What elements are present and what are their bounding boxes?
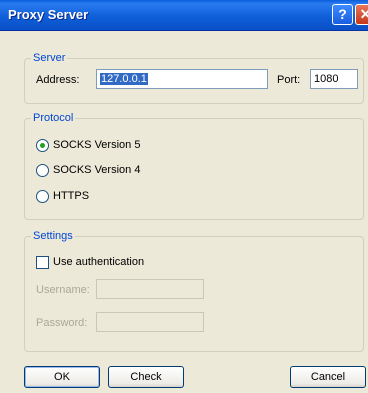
radio-socks4[interactable] [36,164,49,177]
radio-socks5[interactable] [36,139,49,152]
password-label: Password: [36,317,88,329]
username-label: Username: [36,284,90,296]
ok-button[interactable]: OK [24,366,100,388]
use-authentication-checkbox[interactable] [36,256,49,269]
settings-legend: Settings [33,230,73,242]
help-icon[interactable]: ? [332,4,353,25]
server-legend: Server [33,52,66,64]
radio-selected-dot [40,143,45,148]
window-title: Proxy Server [8,7,89,22]
cancel-button[interactable]: Cancel [290,366,366,388]
address-input[interactable]: 127.0.0.1 [96,69,268,89]
close-icon[interactable]: ✕ [355,4,368,25]
port-input[interactable]: 1080 [310,69,358,89]
radio-socks4-label[interactable]: SOCKS Version 4 [53,164,140,176]
username-field[interactable] [96,279,204,299]
check-button[interactable]: Check [108,366,184,388]
port-value: 1080 [314,73,339,85]
title-bar[interactable]: Proxy Server ? ✕ [0,0,368,31]
address-value: 127.0.0.1 [100,73,148,85]
radio-https-label[interactable]: HTTPS [53,190,89,202]
use-authentication-label[interactable]: Use authentication [53,256,144,268]
radio-https[interactable] [36,190,49,203]
radio-socks5-label[interactable]: SOCKS Version 5 [53,139,140,151]
protocol-legend: Protocol [33,112,74,124]
address-label: Address: [36,74,80,86]
port-label: Port: [277,74,301,86]
password-field[interactable] [96,312,204,332]
